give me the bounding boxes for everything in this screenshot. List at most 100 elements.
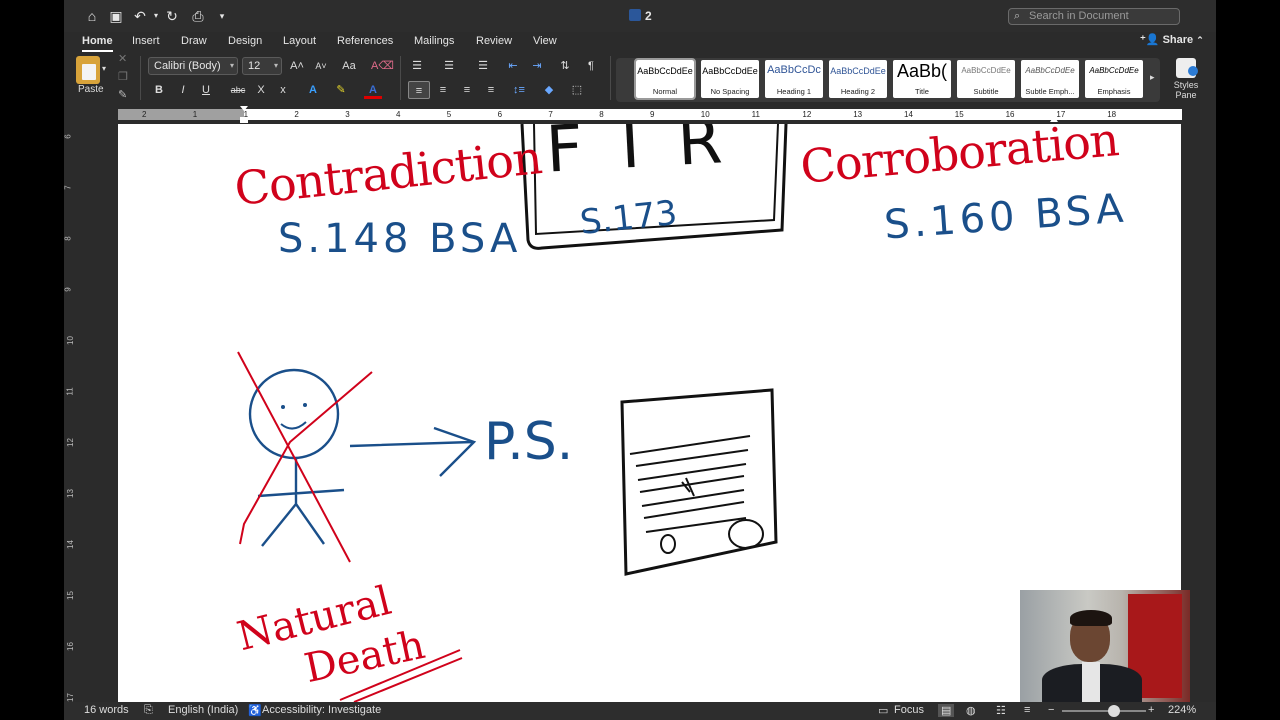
ruler-number: 10 — [700, 110, 710, 119]
tab-view[interactable]: View — [533, 34, 557, 48]
align-center-icon[interactable]: ≡ — [434, 81, 452, 99]
grow-font-icon[interactable]: A˄ — [288, 57, 306, 75]
styles-pane-label: Styles Pane — [1173, 80, 1199, 100]
zoom-level[interactable]: 224% — [1168, 704, 1196, 716]
bold-icon[interactable]: B — [150, 81, 168, 99]
increase-indent-icon[interactable]: ⇥ — [528, 57, 546, 75]
undo-icon[interactable]: ↶ — [132, 8, 148, 24]
mouse-cursor-icon — [681, 477, 695, 497]
style-no-spacing[interactable]: AaBbCcDdEe No Spacing — [701, 60, 759, 98]
font-size-select[interactable]: 12 ▾ — [242, 57, 282, 75]
paste-label[interactable]: Paste — [78, 84, 104, 95]
superscript-icon[interactable]: x — [274, 81, 292, 99]
style-heading-2[interactable]: AaBbCcDdEe Heading 2 — [829, 60, 887, 98]
vertical-ruler-number: 7 — [64, 185, 73, 190]
vertical-ruler-number: 16 — [65, 642, 75, 651]
subscript-icon[interactable]: X — [252, 81, 270, 99]
align-right-icon[interactable]: ≡ — [458, 81, 476, 99]
style-title[interactable]: AaBb(Title — [893, 60, 951, 98]
font-color-icon[interactable]: A — [364, 81, 382, 99]
accessibility-status[interactable]: Accessibility: Investigate — [262, 704, 381, 716]
clear-formatting-icon[interactable]: A⌫ — [371, 57, 394, 75]
save-icon[interactable]: ▣ — [108, 8, 124, 24]
print-icon[interactable]: ⎙ — [190, 8, 206, 24]
align-left-icon[interactable]: ≡ — [408, 81, 430, 99]
vertical-ruler-number: 10 — [65, 336, 75, 345]
style-subtle-emphasis[interactable]: AaBbCcDdEe Subtle Emph... — [1021, 60, 1079, 98]
borders-icon[interactable]: ⬚ — [568, 81, 586, 99]
show-formatting-icon[interactable]: ¶ — [582, 57, 600, 75]
styles-pane-button[interactable]: Styles Pane — [1166, 58, 1206, 104]
style-sample: AaBb( — [896, 61, 948, 81]
zoom-slider[interactable] — [1062, 710, 1146, 712]
shrink-font-icon[interactable]: A˅ — [312, 57, 330, 75]
chevron-up-icon: ⌃ — [1196, 35, 1204, 45]
left-section-label: S.148 BSA — [278, 216, 522, 262]
left-indent-marker[interactable] — [240, 117, 248, 123]
styles-gallery: AaBbCcDdEe Normal AaBbCcDdEe No Spacing Aa… — [616, 58, 1160, 102]
vertical-ruler-number: 12 — [65, 438, 75, 447]
tab-home[interactable]: Home — [82, 34, 113, 52]
text-effects-icon[interactable]: A — [304, 81, 322, 99]
share-button[interactable]: ⁺👤 Share ⌃ — [1140, 33, 1204, 46]
tab-mailings[interactable]: Mailings — [414, 34, 454, 48]
style-subtitle[interactable]: AaBbCcDdEe Subtitle — [957, 60, 1015, 98]
change-case-icon[interactable]: Aa — [340, 57, 358, 75]
focus-icon[interactable]: ▭ — [878, 704, 888, 717]
strike-line — [237, 351, 351, 563]
underline-icon[interactable]: U — [197, 81, 215, 99]
arrow-to-ps — [349, 426, 477, 477]
outline-view-icon[interactable]: ☷ — [996, 704, 1006, 717]
document-sketch-lines — [629, 435, 751, 533]
style-name: Subtitle — [973, 87, 999, 96]
web-layout-icon[interactable]: ◍ — [966, 704, 976, 717]
focus-label[interactable]: Focus — [894, 704, 924, 716]
proofing-icon[interactable]: ⎘ — [144, 704, 153, 717]
multilevel-list-icon[interactable]: ☰ — [474, 57, 492, 75]
line-spacing-icon[interactable]: ↕≡ — [510, 81, 528, 99]
customize-toolbar-icon[interactable]: ▾ — [214, 8, 230, 24]
italic-icon[interactable]: I — [174, 81, 192, 99]
strikethrough-icon[interactable]: abc — [229, 81, 247, 99]
print-layout-icon[interactable]: ▤ — [938, 704, 955, 717]
word-count[interactable]: 16 words — [84, 704, 129, 716]
zoom-in-icon[interactable]: + — [1148, 704, 1154, 716]
first-line-indent-marker[interactable] — [240, 106, 248, 111]
tab-layout[interactable]: Layout — [283, 34, 316, 48]
draft-view-icon[interactable]: ≡ — [1024, 704, 1030, 716]
tab-references[interactable]: References — [337, 34, 393, 48]
horizontal-ruler[interactable]: 2 1 1 2 3 4 5 6 7 8 9 10 11 12 13 14 15 16 17 18 — [64, 104, 1216, 124]
tab-design[interactable]: Design — [228, 34, 262, 48]
justify-icon[interactable]: ≡ — [482, 81, 500, 99]
zoom-slider-thumb[interactable] — [1108, 705, 1120, 717]
decrease-indent-icon[interactable]: ⇤ — [504, 57, 522, 75]
tab-insert[interactable]: Insert — [132, 34, 160, 48]
home-icon[interactable]: ⌂ — [84, 8, 100, 24]
ruler-number: 11 — [751, 110, 760, 119]
highlight-icon[interactable]: ✎ — [332, 81, 350, 99]
redo-icon[interactable]: ↻ — [164, 8, 180, 24]
search-input[interactable]: ⌕ Search in Document — [1008, 8, 1180, 25]
format-painter-icon[interactable]: ✎ — [118, 88, 127, 101]
sort-icon[interactable]: ⇅ — [556, 57, 574, 75]
font-name-select[interactable]: Calibri (Body) ▾ — [148, 57, 238, 75]
bullets-icon[interactable]: ☰ — [408, 57, 426, 75]
numbering-icon[interactable]: ☰ — [440, 57, 458, 75]
tab-draw[interactable]: Draw — [181, 34, 207, 48]
document-sketch-seal — [660, 534, 676, 554]
style-heading-1[interactable]: AaBbCcDc Heading 1 — [765, 60, 823, 98]
paste-dropdown-icon[interactable]: ▾ — [102, 64, 106, 73]
style-normal[interactable]: AaBbCcDdEe Normal — [634, 58, 696, 100]
chevron-right-icon[interactable]: ▸ — [1150, 72, 1155, 83]
right-indent-marker[interactable] — [1050, 116, 1058, 122]
language-label[interactable]: English (India) — [168, 704, 238, 716]
tab-review[interactable]: Review — [476, 34, 512, 48]
vertical-ruler[interactable]: 6 7 8 9 10 11 12 13 14 15 16 17 — [64, 124, 76, 702]
zoom-out-icon[interactable]: − — [1048, 704, 1054, 716]
undo-dropdown-icon[interactable]: ▾ — [148, 8, 164, 24]
copy-icon[interactable]: ❐ — [118, 70, 128, 83]
paste-icon[interactable] — [76, 56, 100, 84]
style-emphasis[interactable]: AaBbCcDdEe Emphasis — [1085, 60, 1143, 98]
shading-icon[interactable]: ◆ — [540, 81, 558, 99]
cut-icon[interactable]: ✕ — [118, 52, 127, 65]
